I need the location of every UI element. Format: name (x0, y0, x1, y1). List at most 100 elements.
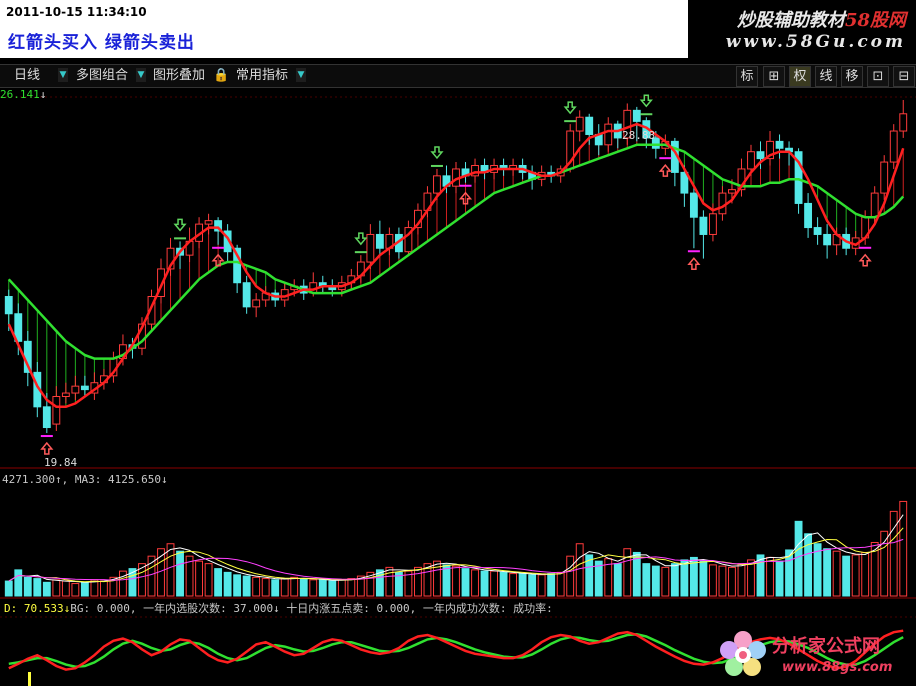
candle-body (604, 123, 613, 146)
candle-body (204, 220, 213, 225)
candle-body (899, 113, 908, 132)
buy-arrow-icon (658, 163, 672, 177)
volume-bar (23, 576, 32, 597)
volume-bar (309, 579, 318, 597)
high-marker (174, 237, 187, 240)
volume-bar (233, 574, 242, 597)
volume-bar (556, 571, 565, 597)
volume-bar (442, 564, 451, 597)
candle-body (804, 202, 813, 229)
candle-body (689, 192, 698, 218)
low-marker (459, 184, 472, 187)
volume-bar (33, 578, 42, 597)
volume-bar (547, 573, 556, 597)
volume-bar (804, 533, 813, 597)
volume-bar (756, 554, 765, 597)
volume-bar (223, 571, 232, 597)
volume-bar (651, 565, 660, 597)
volume-bar (99, 580, 108, 597)
volume-bar (347, 578, 356, 597)
volume-bar (718, 565, 727, 597)
candle-body (747, 151, 755, 170)
low-marker (859, 246, 872, 249)
low-marker (40, 435, 53, 438)
volume-bar (452, 565, 460, 597)
watermark: 分析家公式网 www.88gs.com (716, 628, 916, 684)
volume-bar (575, 543, 584, 597)
low-marker (659, 157, 672, 160)
volume-bar (290, 576, 299, 597)
volume-bar (823, 548, 832, 597)
volume-bar (71, 583, 80, 597)
sell-arrow-icon (563, 101, 577, 115)
volume-bar (613, 563, 622, 597)
volume-bar (699, 560, 708, 597)
signal-bar (28, 672, 31, 686)
top-price-label: 26.141 (0, 88, 40, 101)
volume-bar (471, 569, 479, 597)
volume-bar (299, 578, 308, 597)
candle-body (889, 130, 898, 163)
volume-bar (414, 566, 422, 597)
candle-body (366, 233, 375, 263)
volume-bar (499, 571, 508, 597)
buy-arrow-icon (858, 253, 872, 267)
candle-body (756, 151, 765, 160)
watermark-name: 分析家公式网 (772, 636, 880, 657)
volume-bar (337, 579, 346, 597)
volume-bar (842, 555, 851, 597)
high-marker (430, 164, 443, 167)
volume-bar (318, 579, 327, 597)
volume-bar (42, 581, 51, 597)
flower-logo-icon (720, 631, 766, 676)
candle-body (823, 233, 832, 246)
buy-arrow-icon (687, 257, 701, 270)
volume-bar (851, 554, 860, 597)
watermark-url: www.88gs.com (782, 660, 893, 675)
volume-bar (242, 575, 251, 597)
volume-bar (794, 520, 803, 597)
volume-bar (461, 568, 470, 597)
candle-body (375, 233, 384, 249)
volume-bar (899, 500, 908, 597)
candle-body (42, 406, 51, 429)
volume-bar (518, 573, 527, 597)
volume-bar (680, 559, 689, 597)
candle-body (80, 385, 89, 391)
volume-bar (261, 578, 270, 597)
volume-bar (280, 578, 289, 597)
candle-body (433, 175, 441, 194)
stock-chart[interactable] (0, 0, 916, 686)
volume-bar (832, 550, 841, 597)
sell-arrow-icon (354, 232, 368, 246)
candle-body (61, 392, 70, 397)
volume-bar (670, 563, 679, 597)
volume-bar (509, 573, 518, 597)
volume-bar (775, 560, 784, 597)
buy-arrow-icon (40, 441, 54, 455)
candle-body (775, 140, 784, 149)
volume-bar (528, 574, 537, 597)
candle-body (709, 213, 717, 235)
volume-bar (623, 548, 632, 597)
candle-body (71, 385, 80, 394)
low-price-label: 19.84 (44, 456, 78, 469)
volume-bar (566, 555, 575, 597)
volume-bar (52, 579, 61, 597)
volume-bar (766, 556, 774, 597)
candle-body (632, 109, 641, 122)
indicator-d-label: D: 70.533↓ (4, 602, 71, 615)
volume-bar (252, 576, 261, 597)
volume-bar (195, 560, 203, 597)
candle-body (870, 192, 879, 218)
high-marker (564, 120, 577, 123)
volume-bar (119, 570, 127, 597)
volume-bar (147, 555, 156, 597)
volume-bar (747, 559, 755, 597)
high-price-label: 28.88 (622, 129, 656, 142)
indicator-stats-label: BG: 0.000, 一年内选股次数: 37.000↓ 十日内涨五点卖: 0.0… (70, 602, 553, 615)
volume-bar (537, 574, 546, 597)
candle-body (4, 296, 13, 315)
volume-bar (4, 580, 13, 597)
volume-bar (80, 581, 89, 597)
